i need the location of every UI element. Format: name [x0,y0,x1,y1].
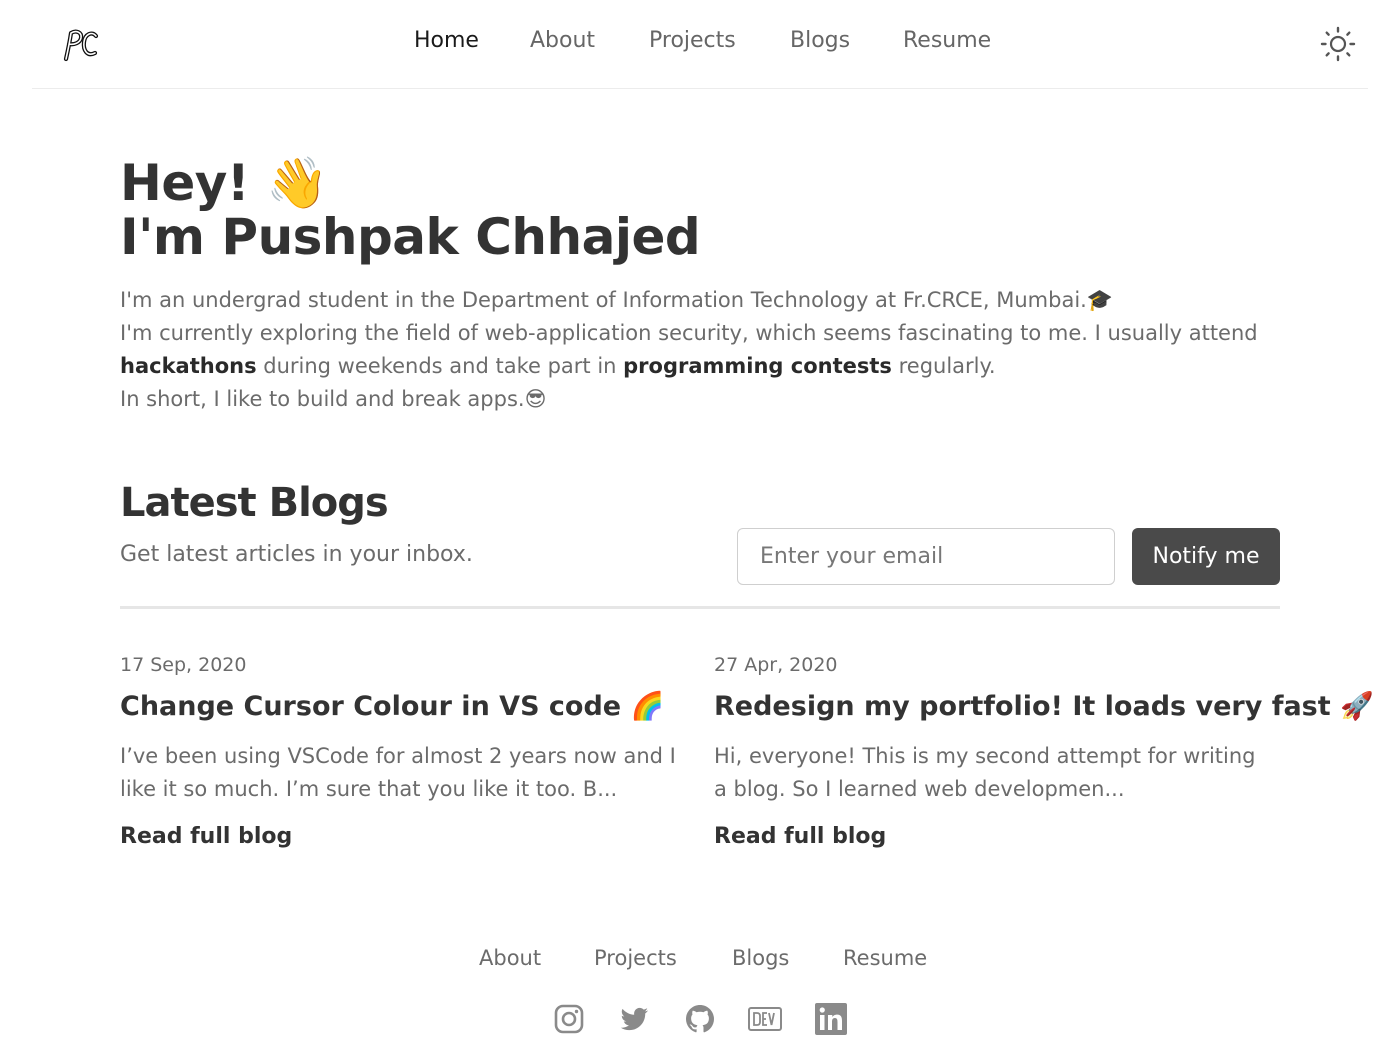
nav-resume[interactable]: Resume [903,28,991,53]
hero-title: Hey! 👋 I'm Pushpak Chhajed [120,154,701,266]
blog-title[interactable]: Change Cursor Colour in VS code 🌈 [120,690,680,722]
intro-line-3-mid: during weekends and take part in [256,354,624,378]
notify-me-button[interactable]: Notify me [1132,528,1280,585]
intro-line-3-end: regularly. [891,354,996,378]
linkedin-icon [815,1003,847,1035]
dev-link[interactable] [748,1002,782,1036]
blog-excerpt: I’ve been using VSCode for almost 2 year… [120,744,676,801]
blog-title[interactable]: Redesign my portfolio! It loads very fas… [714,690,1374,722]
hero-intro: I'm an undergrad student in the Departme… [120,284,1290,416]
latest-blogs-heading: Latest Blogs [120,480,389,526]
blog-card: 17 Sep, 2020 Change Cursor Colour in VS … [120,654,680,849]
social-links [0,1002,1400,1038]
blog-date: 17 Sep, 2020 [120,654,247,676]
programming-contests-text: programming contests [623,354,892,378]
newsletter-subtitle: Get latest articles in your inbox. [120,542,473,567]
footer-blogs-link[interactable]: Blogs [732,946,789,970]
footer-nav: About Projects Blogs Resume [0,946,1400,976]
nav-projects[interactable]: Projects [649,28,736,53]
theme-toggle-button[interactable] [1318,24,1358,64]
section-divider [120,606,1280,609]
footer-projects-link[interactable]: Projects [594,946,677,970]
footer-about-link[interactable]: About [479,946,541,970]
nav-home[interactable]: Home [414,28,479,53]
email-input[interactable] [737,528,1115,585]
read-full-blog-link[interactable]: Read full blog [120,824,292,849]
nav-about[interactable]: About [530,28,595,53]
twitter-icon [620,1007,648,1031]
hero-greeting: Hey! 👋 [120,154,328,212]
blog-card: 27 Apr, 2020 Redesign my portfolio! It l… [714,654,1374,849]
intro-line-1: I'm an undergrad student in the Departme… [120,288,1113,312]
instagram-link[interactable] [552,1002,586,1036]
github-link[interactable] [683,1002,717,1036]
nav-blogs[interactable]: Blogs [790,28,850,53]
main-nav: Home About Projects Blogs Resume [32,28,1368,60]
linkedin-link[interactable] [814,1002,848,1036]
instagram-icon [554,1004,584,1034]
sun-icon [1320,26,1356,62]
read-full-blog-link[interactable]: Read full blog [714,824,886,849]
blog-excerpt: Hi, everyone! This is my second attempt … [714,744,1256,801]
twitter-link[interactable] [617,1002,651,1036]
hero-name: I'm Pushpak Chhajed [120,208,701,266]
intro-line-3: hackathons during weekends and take part… [120,350,1290,383]
hackathons-text: hackathons [120,354,257,378]
footer-resume-link[interactable]: Resume [843,946,927,970]
intro-line-2: I'm currently exploring the field of web… [120,321,1258,345]
intro-line-4: In short, I like to build and break apps… [120,387,547,411]
dev-icon [748,1007,782,1031]
site-header: Home About Projects Blogs Resume [32,0,1368,89]
blog-date: 27 Apr, 2020 [714,654,838,676]
github-icon [686,1005,714,1033]
